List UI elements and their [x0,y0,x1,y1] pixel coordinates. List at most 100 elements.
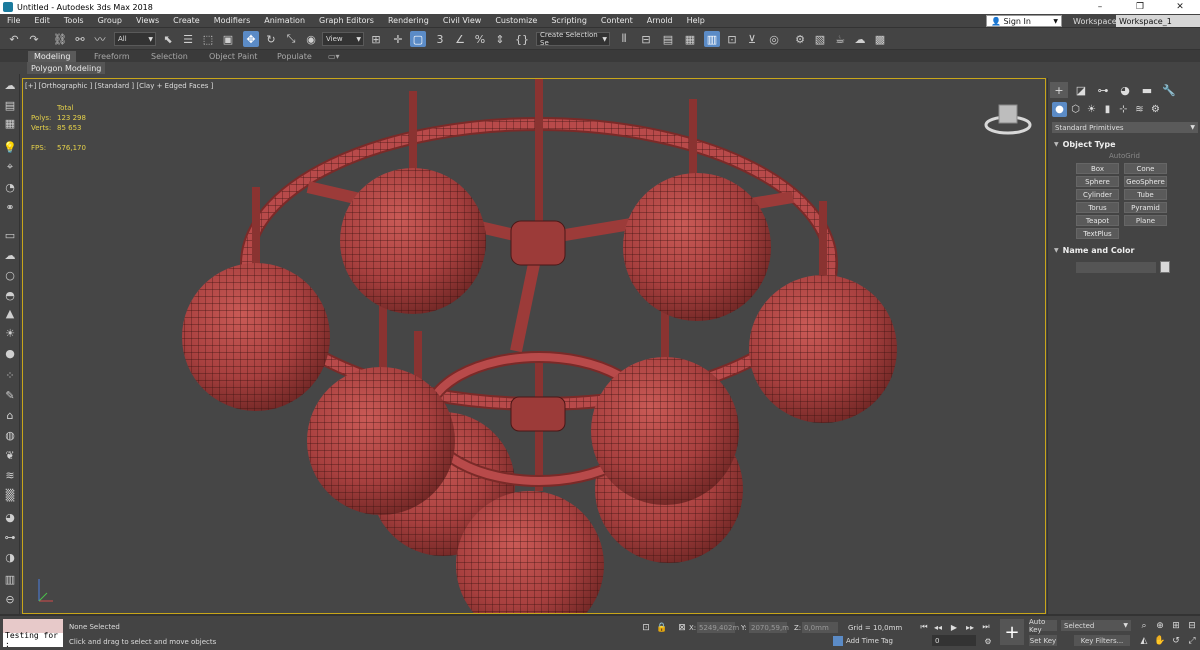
torus-button[interactable]: Torus [1076,202,1119,213]
align-icon[interactable]: ⊟ [638,31,654,47]
pivot-center-icon[interactable]: ⊞ [368,31,384,47]
menu-create[interactable]: Create [166,16,207,25]
percent-snap-icon[interactable]: % [472,31,488,47]
bind-spacewarp-icon[interactable]: 〰 [92,31,108,47]
add-time-tag-button[interactable]: Add Time Tag [833,635,893,647]
window-crossing-icon[interactable]: ▣ [220,31,236,47]
menu-file[interactable]: File [0,16,27,25]
next-frame-icon[interactable]: ▸▸ [964,621,976,633]
auto-key-button[interactable]: Auto Key [1029,618,1057,634]
cone-icon[interactable]: ▲ [3,306,17,320]
tube-button[interactable]: Tube [1124,189,1167,200]
object-name-field[interactable] [1076,262,1156,273]
menu-content[interactable]: Content [594,16,640,25]
object-color-swatch[interactable] [1160,261,1170,273]
isolate-selection-icon[interactable]: ⊡ [640,622,652,634]
menu-modifiers[interactable]: Modifiers [207,16,258,25]
menu-scripting[interactable]: Scripting [544,16,594,25]
create-tab-icon[interactable]: + [1050,82,1068,98]
tab-populate[interactable]: Populate [271,51,318,62]
angle-snap-icon[interactable]: ∠ [452,31,468,47]
absolute-mode-icon[interactable]: ⊠ [676,622,688,634]
cameras-icon[interactable]: ▮ [1100,102,1115,117]
grid-icon[interactable]: ▦ [3,116,17,130]
globe-icon[interactable]: ◍ [3,428,17,442]
close-button[interactable]: ✕ [1160,0,1200,14]
menu-animation[interactable]: Animation [257,16,312,25]
render-setup-icon[interactable]: ⚙ [792,31,808,47]
select-by-name-icon[interactable]: ☰ [180,31,196,47]
pan-icon[interactable]: ✋ [1154,635,1166,647]
textplus-button[interactable]: TextPlus [1076,228,1119,239]
workspace-select[interactable]: Workspace_1 [1116,15,1200,27]
rect-selection-icon[interactable]: ⬚ [200,31,216,47]
keyboard-shortcut-override-icon[interactable]: ▢ [410,31,426,47]
lock-selection-icon[interactable]: 🔒 [656,622,668,634]
menu-views[interactable]: Views [129,16,166,25]
utilities-tab-icon[interactable]: 🔧 [1160,82,1178,98]
circle-icon[interactable]: ● [3,346,17,360]
set-keys-icon[interactable]: + [1000,619,1024,645]
sun-icon[interactable]: ☀ [3,326,17,340]
ball-icon[interactable]: ◕ [3,510,17,524]
unlink-icon[interactable]: ⚯ [72,31,88,47]
zoom-extents-all-icon[interactable]: ⊟ [1186,620,1198,632]
schematic-view-icon[interactable]: ⊻ [744,31,760,47]
render-production-icon[interactable]: ☕ [832,31,848,47]
go-to-start-icon[interactable]: ⏮ [918,621,930,633]
shapes-icon[interactable]: ⬡ [1068,102,1083,117]
maximize-viewport-icon[interactable]: ⤢ [1186,635,1198,647]
layer-icon[interactable]: ▤ [3,98,17,112]
autogrid-checkbox[interactable]: AutoGrid [1048,152,1200,160]
cloud-icon[interactable]: ☁ [3,248,17,262]
z-coordinate-field[interactable]: 0,0mm [802,622,838,633]
scene-explorer-icon[interactable]: ▦ [682,31,698,47]
viewport-label[interactable]: [+] [Orthographic ] [Standard ] [Clay + … [25,82,213,90]
perspective-viewport[interactable]: [+] [Orthographic ] [Standard ] [Clay + … [22,78,1046,614]
cone-button[interactable]: Cone [1124,163,1167,174]
menu-edit[interactable]: Edit [27,16,57,25]
named-selection-set-dropdown[interactable]: Create Selection Se ▼ [536,31,610,47]
polygon-modeling-label[interactable]: Polygon Modeling [27,62,106,74]
object-type-rollout[interactable]: ▼ Object Type [1054,138,1194,150]
reference-coordinate-dropdown[interactable]: View ▼ [322,32,364,46]
cylinder-button[interactable]: Cylinder [1076,189,1119,200]
zoom-all-icon[interactable]: ⊕ [1154,620,1166,632]
toggle-icon[interactable]: ◑ [3,550,17,564]
play-icon[interactable]: ▶ [948,621,960,633]
geosphere-button[interactable]: GeoSphere [1124,176,1167,187]
light-bulb-icon[interactable]: 💡 [3,140,17,154]
plane-button[interactable]: Plane [1124,215,1167,226]
edit-named-selection-icon[interactable]: {} [514,31,530,47]
motion-tab-icon[interactable]: ◕ [1116,82,1134,98]
select-manipulate-icon[interactable]: ✛ [390,31,406,47]
systems-icon[interactable]: ⚙ [1148,102,1163,117]
teapot-button[interactable]: Teapot [1076,215,1119,226]
geometry-icon[interactable]: ● [1052,102,1067,117]
move-icon[interactable]: ✥ [243,31,259,47]
curve-editor-icon[interactable]: ⊡ [724,31,740,47]
time-configuration-icon[interactable]: ⚙ [982,635,994,647]
wave-icon[interactable]: ≋ [3,468,17,482]
render-in-cloud-icon[interactable]: ☁ [852,31,868,47]
menu-customize[interactable]: Customize [488,16,544,25]
menu-arnold[interactable]: Arnold [640,16,680,25]
pattern-icon[interactable]: ▒ [3,488,17,502]
current-frame-field[interactable]: 0 [932,635,976,646]
modify-tab-icon[interactable]: ◪ [1072,82,1090,98]
redo-icon[interactable]: ↷ [26,31,42,47]
maxscript-input[interactable]: Testing for : [3,631,63,649]
ribbon-options-icon[interactable]: ▭▾ [322,51,346,62]
name-and-color-rollout[interactable]: ▼ Name and Color [1054,244,1194,256]
viewcube-icon[interactable] [983,99,1033,139]
sign-in-button[interactable]: 👤 Sign In ▼ [986,15,1062,27]
maximize-button[interactable]: ❐ [1120,0,1160,14]
material-editor-icon[interactable]: ◎ [766,31,782,47]
panel-icon[interactable]: ▥ [3,572,17,586]
sound-icon[interactable]: ◔ [3,180,17,194]
menu-help[interactable]: Help [680,16,712,25]
select-object-icon[interactable]: ⬉ [160,31,176,47]
primitive-category-dropdown[interactable]: Standard Primitives ▼ [1052,122,1198,133]
snaps-toggle-icon[interactable]: 3 [432,31,448,47]
place-icon[interactable]: ◉ [303,31,319,47]
